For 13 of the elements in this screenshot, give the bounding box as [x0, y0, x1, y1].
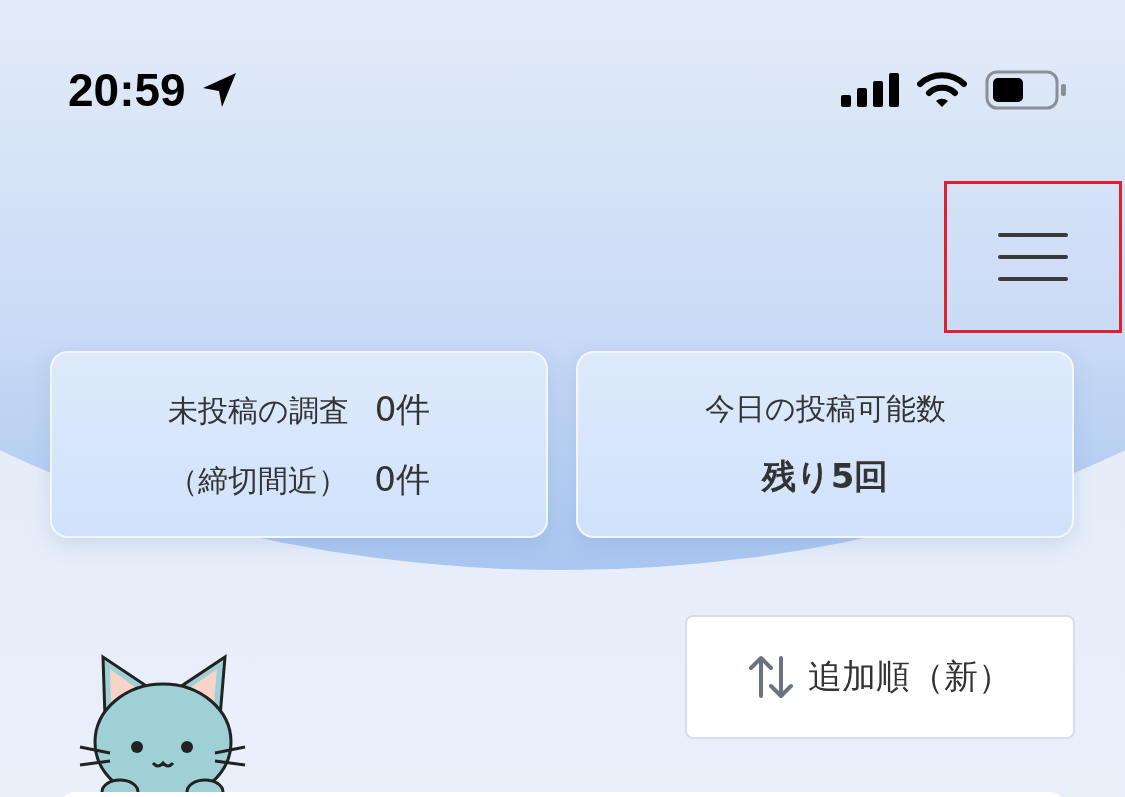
sort-button[interactable]: 追加順（新）: [685, 615, 1075, 739]
stat-value: 残り5回: [761, 455, 889, 498]
status-time: 20:59: [68, 62, 186, 117]
stat-value: 0件: [374, 457, 430, 501]
stat-value: 0件: [374, 387, 431, 431]
sort-arrows-icon: [748, 654, 794, 700]
stat-label: （締切間近）: [168, 461, 349, 500]
battery-icon: [985, 69, 1069, 110]
stat-label: 今日の投稿可能数: [704, 390, 946, 428]
stat-label: 未投稿の調査: [167, 391, 349, 430]
menu-icon[interactable]: [998, 232, 1068, 282]
wifi-icon: [917, 71, 967, 108]
signal-icon: [841, 72, 899, 107]
